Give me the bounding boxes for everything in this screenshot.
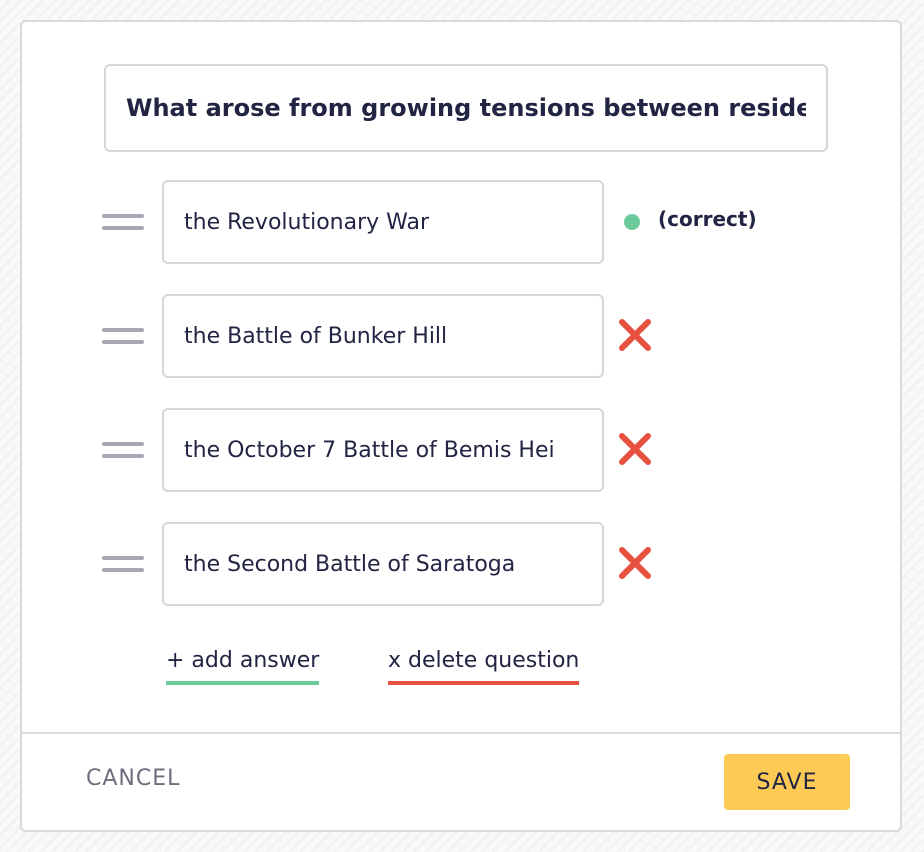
footer-divider — [22, 732, 900, 734]
mark-correct-x-icon[interactable] — [618, 432, 652, 466]
answer-row — [102, 522, 802, 606]
save-button[interactable]: SAVE — [724, 754, 850, 810]
drag-handle-icon[interactable] — [102, 552, 144, 576]
mark-correct-x-icon[interactable] — [618, 318, 652, 352]
question-input[interactable] — [104, 64, 828, 152]
correct-indicator-icon — [624, 214, 640, 230]
mark-correct-x-icon[interactable] — [618, 546, 652, 580]
answer-input[interactable] — [162, 180, 604, 264]
question-editor-card: (correct) + add answer x delete question… — [20, 20, 902, 832]
answer-row — [102, 294, 802, 378]
add-answer-link[interactable]: + add answer — [166, 648, 320, 685]
answer-input[interactable] — [162, 408, 604, 492]
answer-row: (correct) — [102, 180, 802, 264]
delete-question-link[interactable]: x delete question — [388, 648, 580, 685]
cancel-button[interactable]: CANCEL — [86, 766, 180, 791]
drag-handle-icon[interactable] — [102, 324, 144, 348]
drag-handle-icon[interactable] — [102, 438, 144, 462]
answer-input[interactable] — [162, 294, 604, 378]
correct-label: (correct) — [658, 207, 757, 231]
answer-row — [102, 408, 802, 492]
drag-handle-icon[interactable] — [102, 210, 144, 234]
answer-input[interactable] — [162, 522, 604, 606]
